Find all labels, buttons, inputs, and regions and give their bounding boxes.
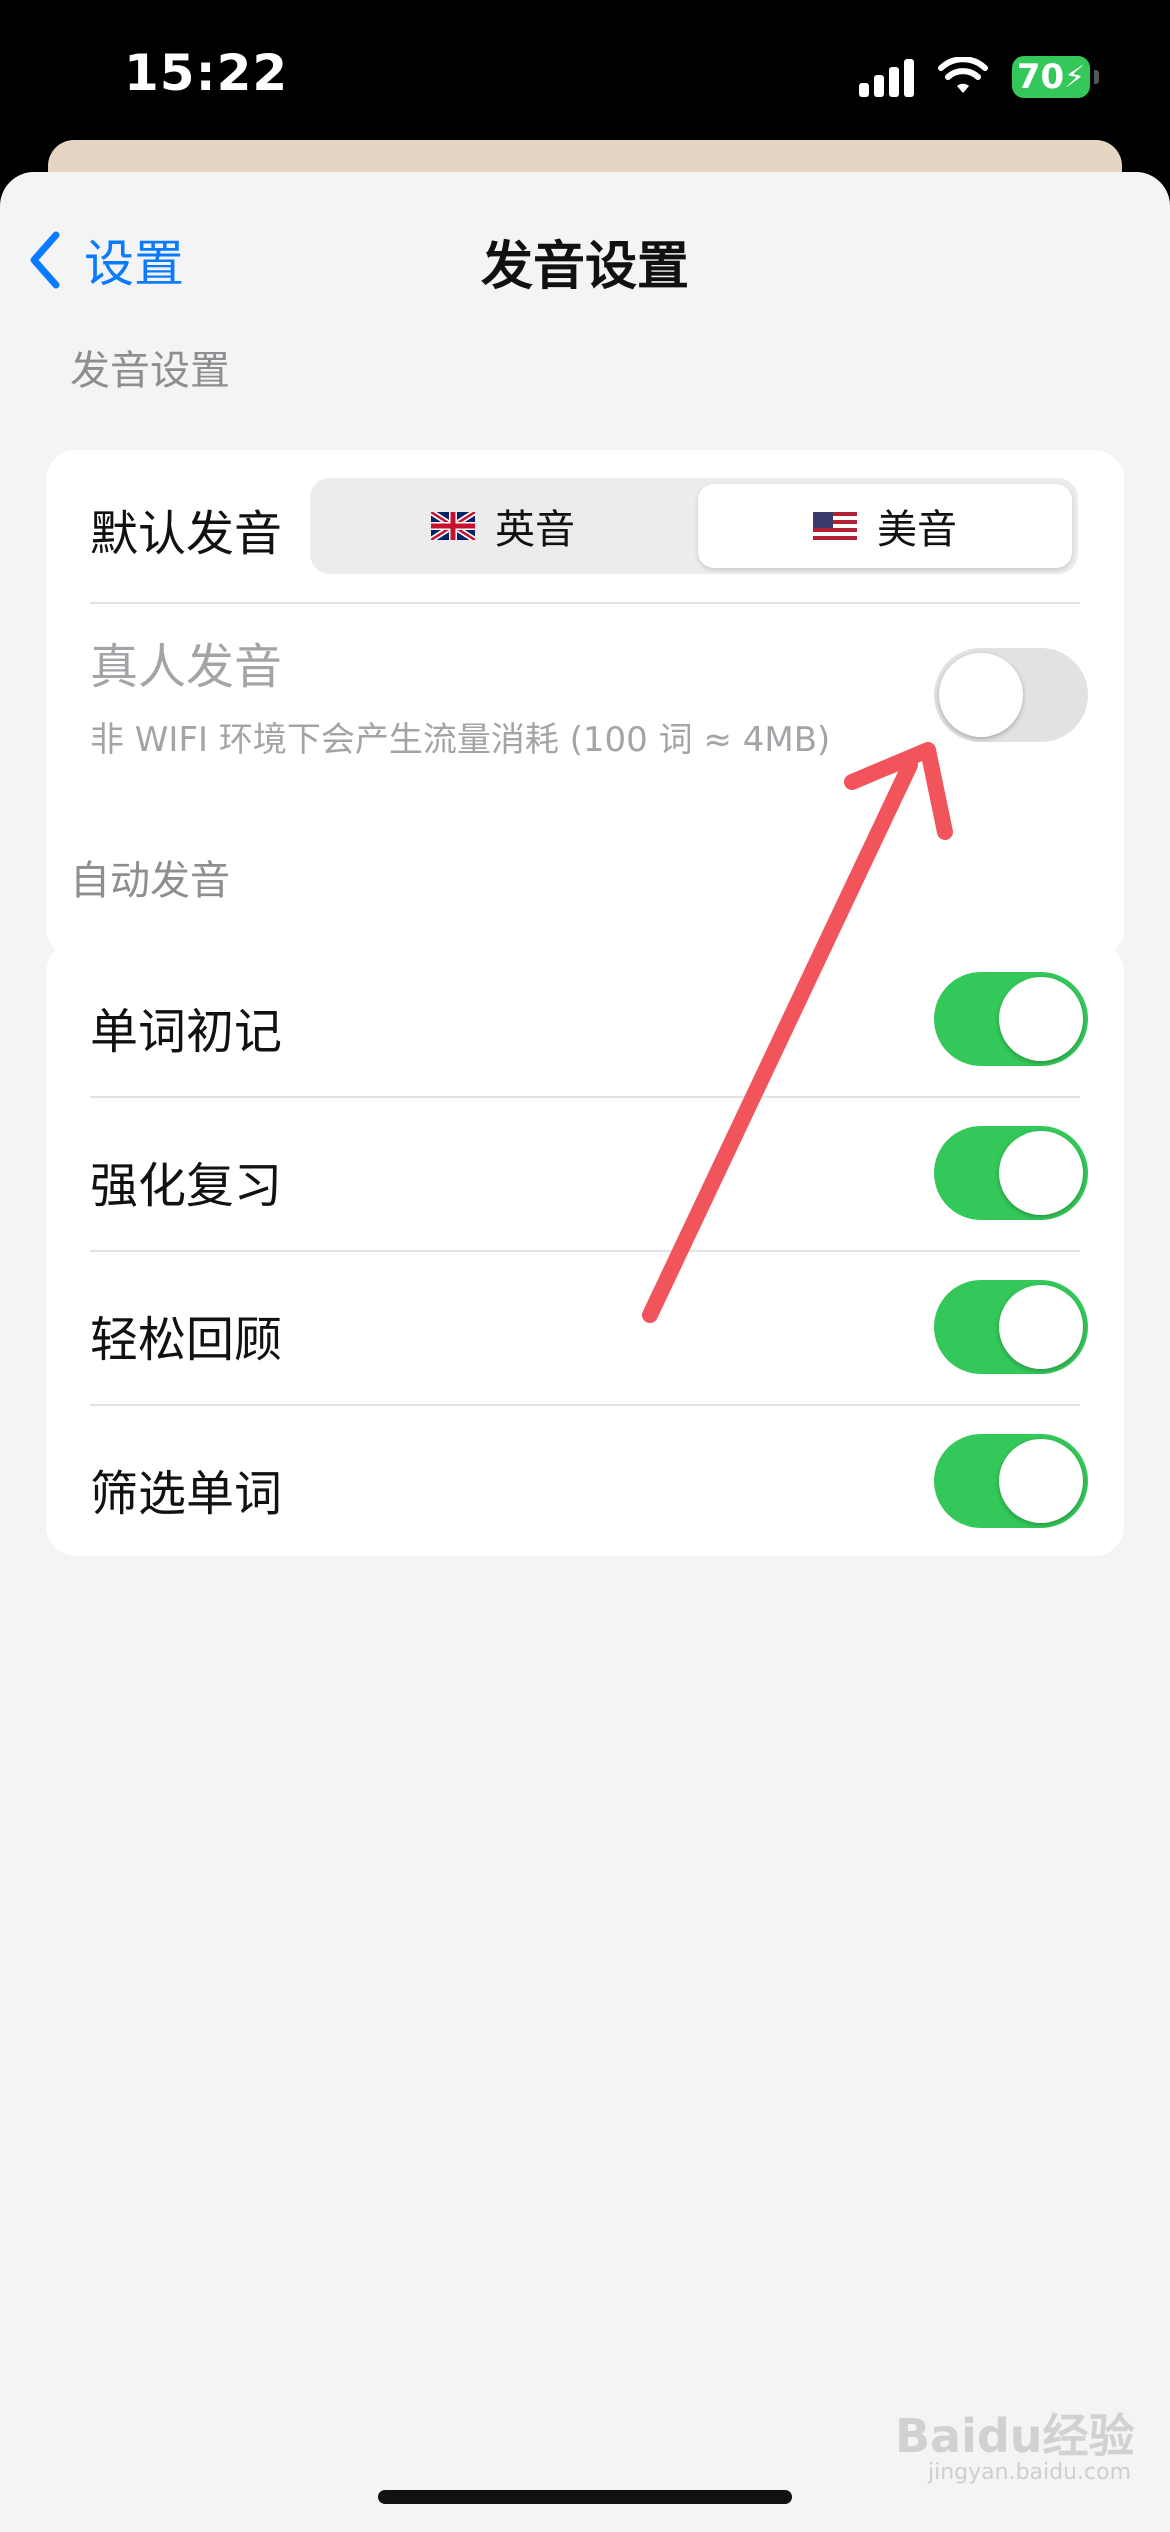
toggle-knob (999, 1285, 1083, 1369)
row-label-review: 强化复习 (90, 1158, 283, 1214)
wifi-icon (938, 57, 988, 93)
toggle-knob (999, 1439, 1083, 1523)
status-time: 15:22 (124, 44, 289, 102)
real-voice-subtitle: 非 WIFI 环境下会产生流量消耗 (100 词 ≈ 4MB) (90, 720, 831, 760)
page-title: 发音设置 (480, 237, 689, 297)
easy-recap-toggle[interactable] (934, 1280, 1088, 1374)
filter-words-toggle[interactable] (934, 1434, 1088, 1528)
status-icons: 70 ⚡ (859, 52, 1099, 102)
row-label-initial-learning: 单词初记 (90, 1004, 283, 1060)
navigation-bar: 设置 发音设置 (0, 172, 1170, 342)
segment-american[interactable]: 美音 (698, 484, 1072, 568)
segment-british[interactable]: 英音 (316, 484, 690, 568)
row-label-easy-recap: 轻松回顾 (90, 1312, 283, 1368)
section-header-pronunciation: 发音设置 (70, 348, 230, 394)
segment-american-label: 美音 (877, 507, 957, 553)
charging-bolt-icon: ⚡ (1064, 59, 1086, 95)
status-bar: 15:22 70 ⚡ (0, 0, 1170, 160)
watermark-logo: Baidu经验 (895, 2409, 1135, 2463)
uk-flag-icon (431, 512, 475, 540)
default-pronunciation-label: 默认发音 (90, 506, 283, 562)
us-flag-icon (813, 512, 857, 540)
toggle-knob (999, 1131, 1083, 1215)
settings-sheet: 设置 发音设置 发音设置 默认发音 英音 美音 真人发音 非 WIFI 环境下会… (0, 172, 1170, 2532)
real-voice-label: 真人发音 (90, 639, 283, 695)
auto-pronunciation-card: 单词初记 强化复习 轻松回顾 筛选单词 (46, 942, 1124, 1556)
initial-learning-toggle[interactable] (934, 972, 1088, 1066)
row-label-filter-words: 筛选单词 (90, 1466, 283, 1522)
toggle-knob (939, 653, 1023, 737)
cellular-signal-icon (859, 57, 914, 97)
battery-level: 70 (1016, 57, 1065, 97)
divider (90, 602, 1080, 604)
divider (90, 1404, 1080, 1406)
watermark-url: jingyan.baidu.com (928, 2460, 1132, 2485)
divider (90, 1250, 1080, 1252)
segment-british-label: 英音 (495, 507, 575, 553)
home-indicator[interactable] (378, 2490, 792, 2504)
accent-segmented-control: 英音 美音 (310, 478, 1078, 574)
battery-icon: 70 ⚡ (1012, 56, 1099, 98)
section-header-auto: 自动发音 (70, 858, 230, 904)
review-toggle[interactable] (934, 1126, 1088, 1220)
toggle-knob (999, 977, 1083, 1061)
real-voice-toggle[interactable] (934, 648, 1088, 742)
divider (90, 1096, 1080, 1098)
